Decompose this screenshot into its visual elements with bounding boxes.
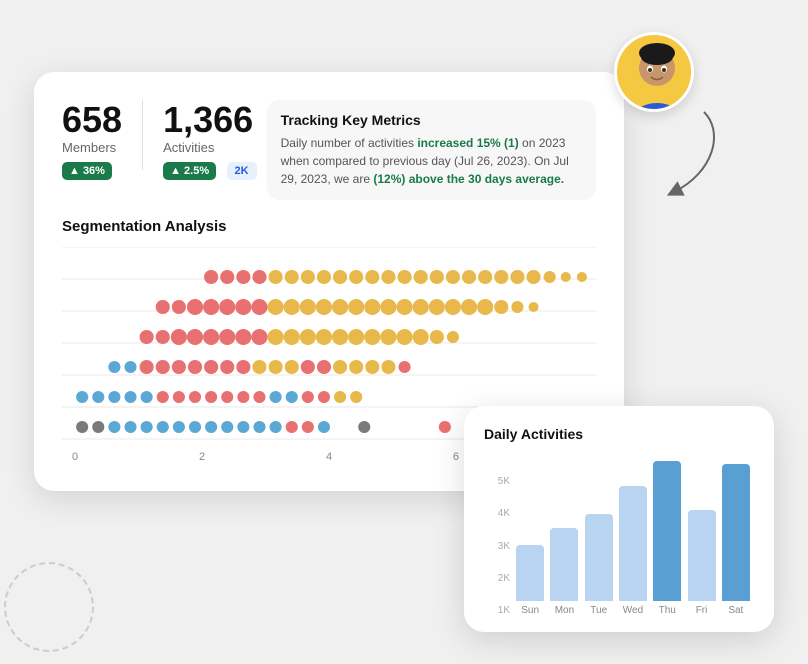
avatar-svg [617,35,694,112]
tracking-title: Tracking Key Metrics [281,112,582,128]
bar-thu: Thu [653,461,681,616]
bar-chart: 5K 4K 3K 2K 1K Sun Mon [484,456,754,616]
bar-sun-label: Sun [521,605,539,616]
bar-thu-fill [653,461,681,601]
activities-badge: ▲ 2.5% [163,162,216,180]
bar-mon: Mon [550,528,578,616]
arrow-wrap [644,102,724,207]
y-label-4k: 4K [484,508,510,519]
tracking-highlight1: increased 15% (1) [417,136,518,150]
daily-activities-card: Daily Activities 5K 4K 3K 2K 1K Sun [464,406,774,632]
activities-stat: 1,366 Activities ▲ 2.5% 2K [163,100,257,180]
activities-count: 1,366 [163,100,257,140]
y-label-1k: 1K [484,605,510,616]
x-label-2: 2 [199,451,205,463]
stat-divider [142,100,143,170]
bar-thu-label: Thu [659,605,676,616]
x-label-0: 0 [72,451,78,463]
bar-tue: Tue [585,514,613,616]
bar-mon-label: Mon [555,605,574,616]
members-label: Members [62,140,122,155]
bar-fri: Fri [687,510,715,616]
members-badge: ▲ 36% [62,162,112,180]
activities-badge2: 2K [227,162,257,180]
tracking-text: Daily number of activities increased 15%… [281,134,582,188]
stats-row: 658 Members ▲ 36% 1,366 Activities ▲ 2.5… [62,100,596,200]
tracking-highlight2: (12%) above the 30 days average. [373,172,564,186]
segmentation-title: Segmentation Analysis [62,218,596,235]
bar-wed: Wed [619,486,647,616]
arrow-svg [644,102,724,202]
bar-sun: Sun [516,545,544,616]
daily-title: Daily Activities [484,426,754,442]
bar-tue-fill [585,514,613,601]
y-label-2k: 2K [484,573,510,584]
bar-sat-fill [722,464,750,601]
members-count: 658 [62,100,122,140]
bar-sat-label: Sat [728,605,743,616]
x-label-4: 4 [326,451,332,463]
bar-tue-label: Tue [590,605,607,616]
y-label-5k: 5K [484,476,510,487]
bar-fri-fill [688,510,716,601]
y-label-3k: 3K [484,541,510,552]
avatar [614,32,694,112]
bar-sun-fill [516,545,544,601]
bar-wed-fill [619,486,647,601]
tracking-box: Tracking Key Metrics Daily number of act… [267,100,596,200]
bar-wed-label: Wed [623,605,643,616]
members-stat: 658 Members ▲ 36% [62,100,122,180]
x-label-6: 6 [453,451,459,463]
activities-label: Activities [163,140,257,155]
bar-fri-label: Fri [696,605,708,616]
bar-sat: Sat [722,464,750,616]
bar-mon-fill [550,528,578,601]
deco-circle [4,562,94,652]
scene: 658 Members ▲ 36% 1,366 Activities ▲ 2.5… [34,32,774,632]
